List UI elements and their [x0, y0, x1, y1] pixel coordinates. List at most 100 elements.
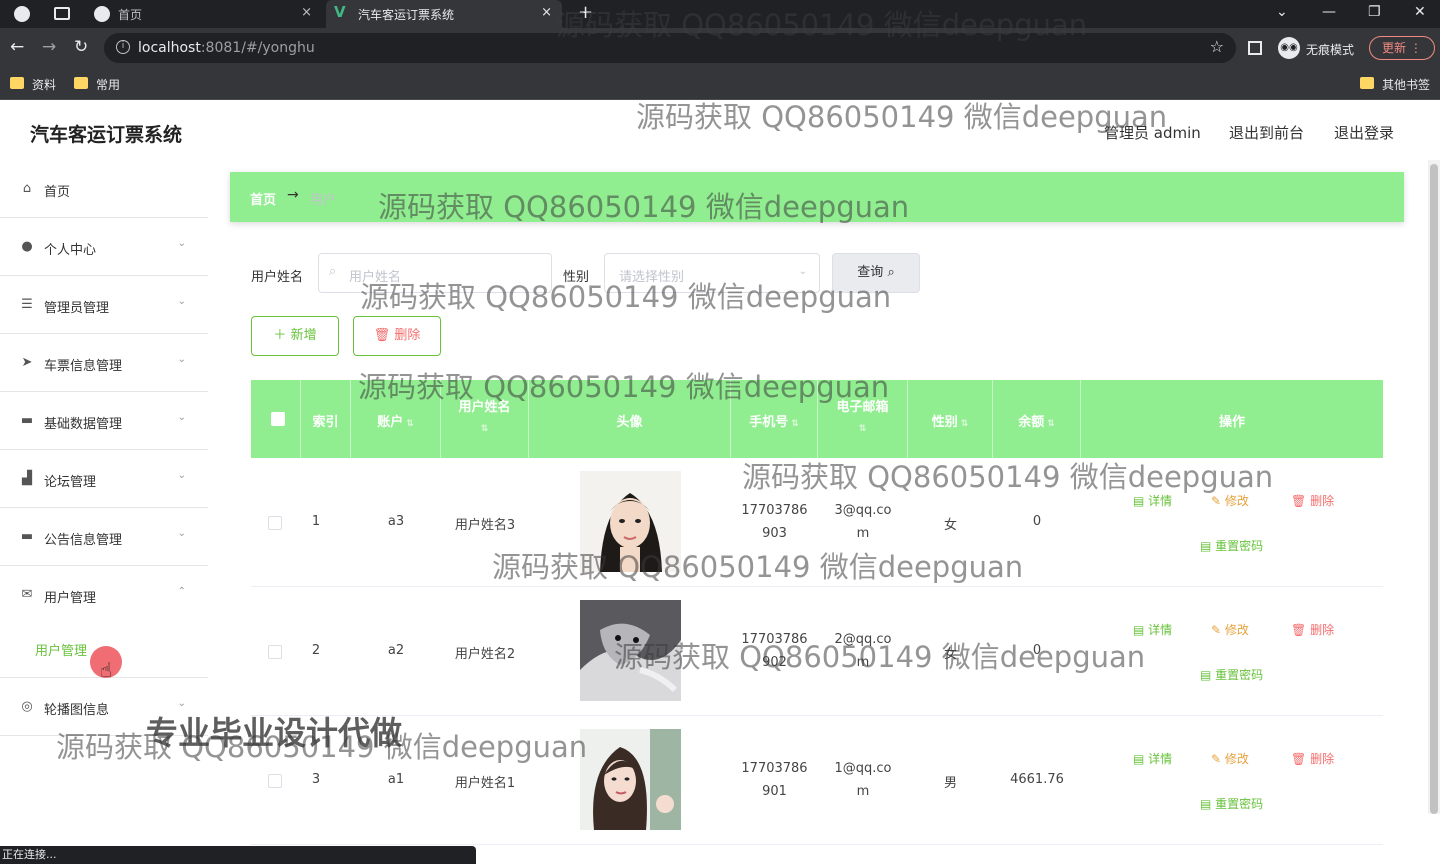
- sidebar-item-label: 首页: [44, 185, 71, 200]
- tab-title: 首页: [118, 8, 143, 22]
- back-to-front-link[interactable]: 退出到前台: [1229, 122, 1304, 143]
- incognito-icon: ◉◉: [1278, 37, 1300, 59]
- bookmark-folder[interactable]: 常用: [74, 76, 120, 93]
- detail-button[interactable]: ▤ 详情: [1133, 492, 1172, 509]
- browser-profile-icon[interactable]: [14, 6, 30, 22]
- bookmark-folder[interactable]: 资料: [10, 76, 56, 93]
- cell-account: a3: [387, 514, 405, 529]
- breadcrumb-home[interactable]: 首页: [250, 189, 276, 208]
- cell-gender: 男: [943, 776, 957, 791]
- cell-name: 用户姓名2: [454, 647, 516, 662]
- sidebar-subitem-user-manage[interactable]: 用户管理: [35, 640, 87, 659]
- tab-search-icon[interactable]: [54, 7, 70, 20]
- search-icon: ⌕: [329, 264, 337, 279]
- row-checkbox[interactable]: [268, 516, 282, 530]
- page-scrollbar-thumb[interactable]: [1430, 164, 1438, 814]
- sort-icon[interactable]: ⇅: [441, 424, 528, 434]
- tab-close-icon[interactable]: ×: [301, 5, 312, 20]
- reset-password-button[interactable]: ▤ 重置密码: [1200, 666, 1263, 683]
- browser-tab-app[interactable]: V 汽车客运订票系统 ×: [326, 0, 562, 28]
- monitor-icon: ▬: [20, 413, 34, 428]
- sidebar-item-notices[interactable]: ▬ 公告信息管理 ⌄: [0, 508, 208, 566]
- header-index[interactable]: 索引: [301, 380, 351, 458]
- sidebar-item-home[interactable]: ⌂ 首页: [0, 160, 208, 218]
- sort-icon[interactable]: ⇅: [961, 419, 969, 429]
- logout-link[interactable]: 退出登录: [1334, 122, 1394, 143]
- send-icon: ➤: [21, 355, 33, 370]
- header-account[interactable]: 账户 ⇅: [351, 380, 441, 458]
- edit-button[interactable]: ✎ 修改: [1211, 750, 1249, 767]
- name-search-input[interactable]: ⌕ 用户姓名: [318, 253, 552, 293]
- browser-tab-home[interactable]: 首页 ×: [86, 0, 322, 28]
- forward-arrow-icon[interactable]: →: [42, 37, 56, 57]
- edit-button[interactable]: ✎ 修改: [1211, 621, 1249, 638]
- user-icon: ●: [21, 239, 33, 254]
- sort-icon[interactable]: ⇅: [818, 424, 907, 434]
- sidebar-item-tickets[interactable]: ➤ 车票信息管理 ⌄: [0, 334, 208, 392]
- delete-button[interactable]: 🗑 删除: [1291, 492, 1334, 509]
- gender-select[interactable]: 请选择性别 ⌄: [604, 253, 820, 293]
- url-bar[interactable]: i localhost:8081/#/yonghu ☆: [104, 33, 1236, 63]
- add-button[interactable]: ＋ 新增: [251, 316, 339, 356]
- avatar: [580, 471, 681, 572]
- sidebar-item-label: 管理员管理: [44, 301, 110, 316]
- info-icon[interactable]: i: [116, 40, 130, 54]
- delete-button[interactable]: 🗑 删除: [1291, 621, 1334, 638]
- reset-password-button[interactable]: ▤ 重置密码: [1200, 537, 1263, 554]
- cell-balance: 4661.76: [1010, 772, 1064, 787]
- header-name[interactable]: 用户姓名 ⇅: [441, 380, 529, 458]
- chevron-down-icon: ⌄: [798, 266, 807, 277]
- query-button[interactable]: 查询 ⌕: [832, 253, 920, 293]
- chevron-down-icon: ⌄: [177, 354, 186, 365]
- browser-status-bar: 正在连接...: [0, 846, 476, 864]
- header-balance[interactable]: 余额 ⇅: [993, 380, 1081, 458]
- cell-balance: 0: [1032, 514, 1042, 529]
- bookmark-star-icon[interactable]: ☆: [1210, 37, 1224, 56]
- folder-icon: [1360, 77, 1374, 89]
- sidebar-item-base-data[interactable]: ▬ 基础数据管理 ⌄: [0, 392, 208, 450]
- sidebar-item-forum[interactable]: ▟ 论坛管理 ⌄: [0, 450, 208, 508]
- new-tab-button[interactable]: +: [578, 2, 593, 23]
- header-phone[interactable]: 手机号 ⇅: [731, 380, 818, 458]
- avatar: [580, 729, 681, 830]
- header-gender[interactable]: 性别 ⇅: [908, 380, 993, 458]
- edit-button[interactable]: ✎ 修改: [1211, 492, 1249, 509]
- delete-button[interactable]: 🗑 删除: [1291, 750, 1334, 767]
- header-email[interactable]: 电子邮箱 ⇅: [818, 380, 908, 458]
- sidebar-item-carousel[interactable]: ◎ 轮播图信息 ⌄: [0, 678, 208, 736]
- cell-index: 2: [311, 643, 321, 658]
- other-bookmarks[interactable]: 其他书签: [1360, 76, 1430, 93]
- cell-email: m: [856, 526, 870, 541]
- header-avatar: 头像: [529, 380, 731, 458]
- batch-delete-button[interactable]: 🗑 删除: [353, 316, 441, 356]
- chevron-down-icon: ⌄: [177, 528, 186, 539]
- close-window-button[interactable]: ✕: [1414, 4, 1426, 20]
- cell-gender: 女: [943, 647, 957, 662]
- tab-list-icon[interactable]: ⌄: [1276, 4, 1288, 20]
- row-checkbox[interactable]: [268, 645, 282, 659]
- plus-icon: ＋: [273, 328, 287, 343]
- detail-button[interactable]: ▤ 详情: [1133, 621, 1172, 638]
- reload-icon[interactable]: ↻: [74, 37, 88, 57]
- back-arrow-icon[interactable]: ←: [10, 37, 24, 57]
- select-all-checkbox[interactable]: [271, 412, 285, 426]
- update-button[interactable]: 更新 ⋮: [1369, 36, 1435, 60]
- cell-index: 1: [311, 514, 321, 529]
- reset-password-button[interactable]: ▤ 重置密码: [1200, 795, 1263, 812]
- cell-phone: 17703786: [741, 503, 808, 518]
- tab-close-icon[interactable]: ×: [541, 5, 552, 20]
- sidebar-item-admins[interactable]: ☰ 管理员管理 ⌄: [0, 276, 208, 334]
- sidebar-item-label: 个人中心: [44, 243, 97, 258]
- minimize-button[interactable]: —: [1322, 4, 1336, 20]
- sidebar-item-profile[interactable]: ● 个人中心 ⌄: [0, 218, 208, 276]
- sort-icon[interactable]: ⇅: [406, 419, 414, 429]
- row-checkbox[interactable]: [268, 774, 282, 788]
- cell-account: a1: [387, 772, 405, 787]
- gender-label: 性别: [563, 270, 590, 285]
- sort-icon[interactable]: ⇅: [791, 419, 799, 429]
- side-panel-icon[interactable]: [1248, 41, 1262, 55]
- restore-button[interactable]: ❐: [1368, 4, 1381, 20]
- compass-icon: ◎: [21, 699, 33, 714]
- sort-icon[interactable]: ⇅: [1047, 419, 1055, 429]
- detail-button[interactable]: ▤ 详情: [1133, 750, 1172, 767]
